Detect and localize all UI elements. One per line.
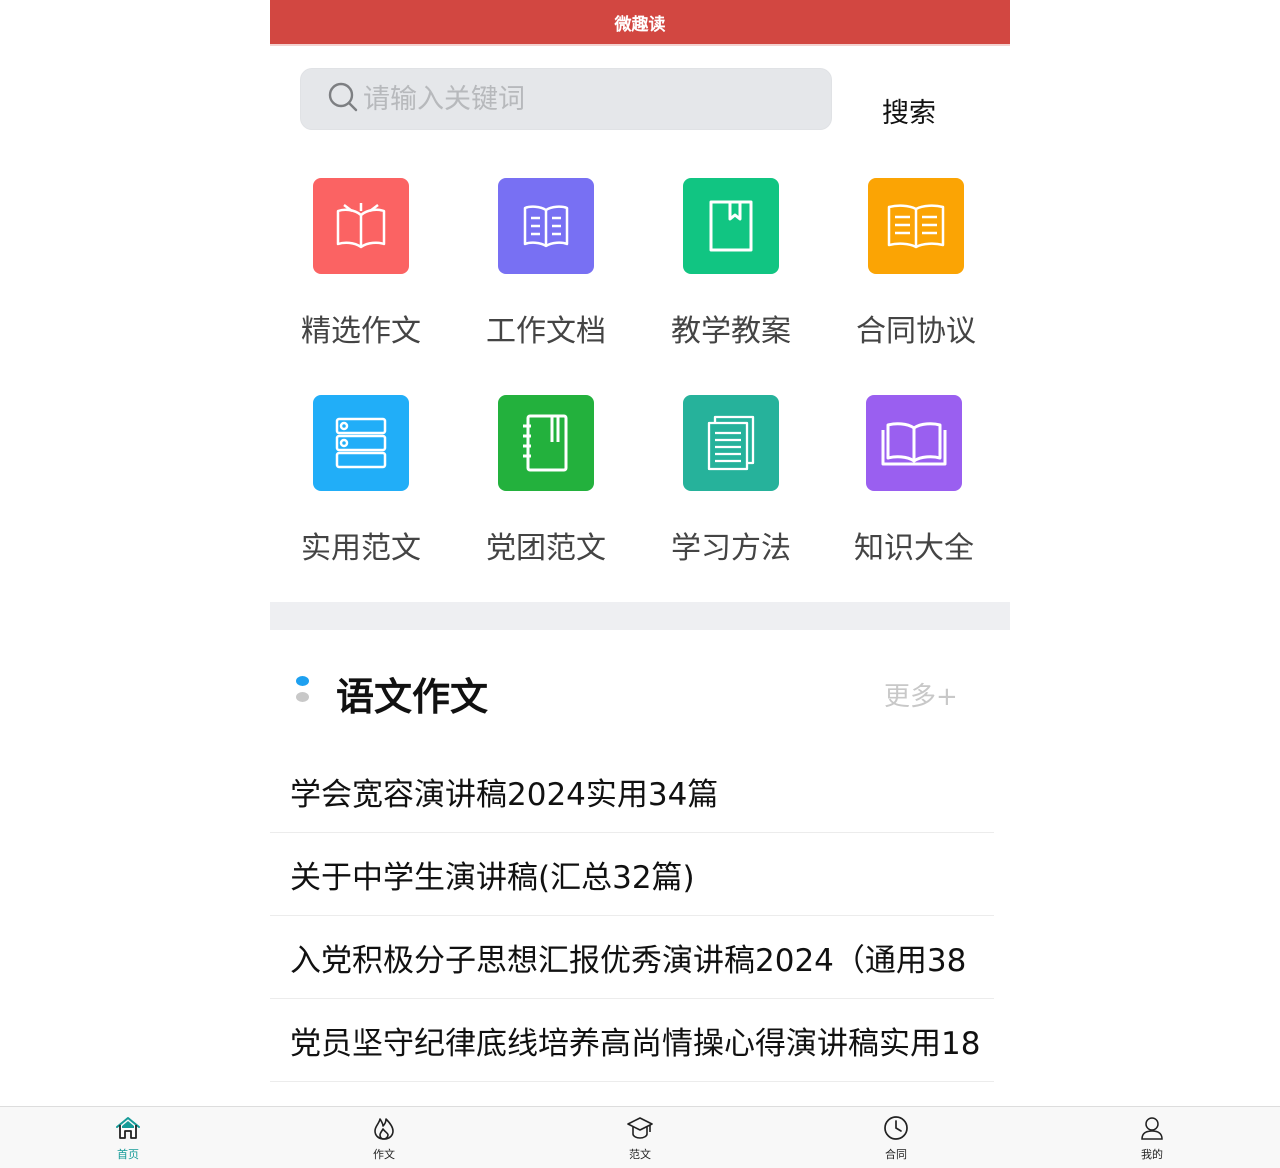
search-input[interactable] (361, 82, 785, 116)
tab-label: 作文 (373, 1148, 395, 1161)
clock-icon (882, 1116, 910, 1145)
flame-icon (371, 1118, 397, 1145)
server-list-icon (313, 395, 409, 491)
tab-label: 范文 (629, 1148, 651, 1161)
category-label: 学习方法 (671, 531, 791, 566)
category-label: 精选作文 (301, 314, 421, 349)
list-item[interactable]: 党员坚守纪律底线培养高尚情操心得演讲稿实用18 (270, 999, 994, 1082)
mobile-page: 微趣读 搜索 精选作文 (270, 0, 1010, 1106)
open-book-icon (866, 395, 962, 491)
category-essay[interactable]: 精选作文 (276, 178, 446, 350)
tab-home[interactable]: 首页 (98, 1115, 158, 1162)
category-label: 合同协议 (856, 314, 976, 349)
category-study[interactable]: 学习方法 (646, 395, 816, 567)
search-icon (301, 81, 359, 117)
category-knowledge[interactable]: 知识大全 (829, 395, 999, 567)
bookmark-book-icon (683, 178, 779, 274)
section-title: 语文作文 (336, 675, 489, 719)
paper-stack-icon (683, 395, 779, 491)
tab-label: 合同 (885, 1148, 907, 1161)
more-link[interactable]: 更多+ (884, 676, 958, 713)
tab-essay[interactable]: 作文 (354, 1115, 414, 1162)
list-item[interactable]: 入党积极分子思想汇报优秀演讲稿2024（通用38 (270, 916, 994, 999)
category-label: 实用范文 (301, 531, 421, 566)
category-practical[interactable]: 实用范文 (276, 395, 446, 567)
tab-templates[interactable]: 范文 (610, 1115, 670, 1162)
article-list: 学会宽容演讲稿2024实用34篇 关于中学生演讲稿(汇总32篇) 入党积极分子思… (270, 750, 994, 1082)
notebook-icon (498, 395, 594, 491)
tab-label: 首页 (117, 1148, 139, 1161)
search-button[interactable]: 搜索 (882, 91, 936, 130)
open-book-icon (313, 178, 409, 274)
category-label: 工作文档 (486, 314, 606, 349)
search-row: 搜索 (270, 46, 1010, 146)
document-icon (498, 178, 594, 274)
home-icon (114, 1117, 142, 1145)
search-box[interactable] (300, 68, 832, 130)
category-grid: 精选作文 工作文档 教学教案 合同协议 实用范文 党团范文 学习方法 知识大全 (270, 146, 1010, 604)
section-bullet-icon (296, 676, 310, 708)
app-title: 微趣读 (614, 14, 666, 35)
bottom-tab-bar: 首页 作文 范文 合同 我的 (0, 1106, 1280, 1168)
section-divider (270, 602, 1010, 630)
category-label: 知识大全 (854, 531, 974, 566)
app-header: 微趣读 (270, 0, 1010, 46)
graduation-cap-icon (626, 1117, 654, 1145)
tab-label: 我的 (1141, 1148, 1163, 1161)
list-item[interactable]: 学会宽容演讲稿2024实用34篇 (270, 750, 994, 833)
book-lines-icon (868, 178, 964, 274)
list-item[interactable]: 关于中学生演讲稿(汇总32篇) (270, 833, 994, 916)
category-lesson-plans[interactable]: 教学教案 (646, 178, 816, 350)
category-party[interactable]: 党团范文 (461, 395, 631, 567)
category-label: 教学教案 (671, 314, 791, 349)
tab-contracts[interactable]: 合同 (866, 1115, 926, 1162)
tab-profile[interactable]: 我的 (1122, 1115, 1182, 1162)
category-contracts[interactable]: 合同协议 (831, 178, 1001, 350)
category-work-docs[interactable]: 工作文档 (461, 178, 631, 350)
user-icon (1138, 1117, 1166, 1145)
section-header: 语文作文 更多+ (270, 630, 1010, 756)
category-label: 党团范文 (486, 531, 606, 566)
